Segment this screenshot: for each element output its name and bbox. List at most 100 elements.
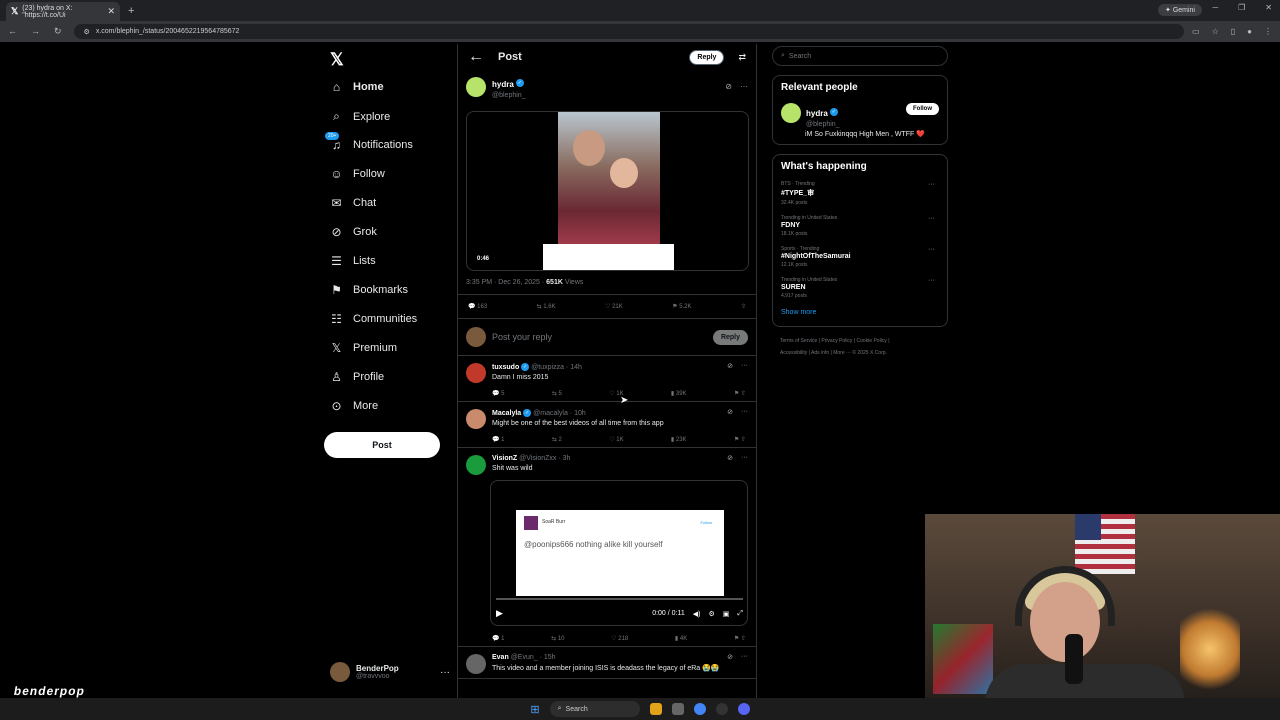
- more-options-icon[interactable]: ···: [741, 362, 748, 370]
- reply-author-name[interactable]: Evan: [492, 654, 509, 661]
- avatar[interactable]: [466, 363, 486, 383]
- sidebar-item-notifications[interactable]: ♫ 20+ Notifications: [325, 132, 413, 152]
- repost-action[interactable]: ⇆ 10: [551, 635, 564, 642]
- file-explorer-icon[interactable]: [649, 703, 662, 715]
- footer-link[interactable]: Ads info: [811, 350, 829, 356]
- app-icon[interactable]: [715, 703, 728, 715]
- taskbar-search[interactable]: ⌕ Search: [549, 701, 640, 717]
- author-name[interactable]: hydra: [492, 80, 514, 89]
- sidebar-item-explore[interactable]: ⌕ Explore: [330, 109, 390, 124]
- more-options-icon[interactable]: ···: [928, 246, 935, 253]
- share-icon[interactable]: ⇧: [741, 303, 746, 310]
- footer-link[interactable]: More ···: [833, 350, 851, 356]
- like-action[interactable]: ♡ 1K: [609, 436, 623, 443]
- show-more-link[interactable]: Show more: [781, 309, 939, 316]
- views-action[interactable]: ▮ 23K: [671, 436, 687, 443]
- reply-author-name[interactable]: tuxsudo: [492, 364, 519, 371]
- views-action[interactable]: ▮ 4K: [675, 635, 687, 642]
- grok-icon[interactable]: ⊘: [727, 362, 733, 370]
- tweet-timestamp[interactable]: 3:35 PM · Dec 26, 2025 ·: [466, 279, 546, 286]
- more-options-icon[interactable]: ···: [928, 215, 935, 222]
- sidebar-item-more[interactable]: ⊙ More: [330, 399, 378, 413]
- reply-action[interactable]: 💬 163: [468, 303, 487, 310]
- sidebar-item-communities[interactable]: ☷ Communities: [330, 312, 417, 326]
- menu-icon[interactable]: ⋮: [1264, 27, 1272, 36]
- volume-icon[interactable]: ◀): [693, 610, 701, 618]
- grok-icon[interactable]: ⊘: [727, 408, 733, 416]
- repost-action[interactable]: ⇆ 5: [552, 390, 562, 397]
- close-window-icon[interactable]: ✕: [1265, 3, 1272, 12]
- more-options-icon[interactable]: ···: [928, 181, 935, 188]
- more-options-icon[interactable]: ···: [741, 454, 748, 462]
- site-info-icon[interactable]: ⚙: [84, 28, 90, 36]
- reply-author-handle[interactable]: @macalyla · 10h: [533, 410, 586, 417]
- reply-author-handle[interactable]: @Evun_ · 15h: [511, 654, 556, 661]
- reply-item[interactable]: Evan @Evun_ · 15h This video and a membe…: [458, 647, 756, 679]
- pip-icon[interactable]: ▣: [723, 610, 730, 618]
- new-tab-button[interactable]: +: [128, 5, 134, 17]
- avatar[interactable]: [781, 103, 801, 123]
- repost-action[interactable]: ⇆ 1.6K: [537, 303, 556, 310]
- reply-item[interactable]: Macalyla ✓ @macalyla · 10h Might be one o…: [458, 402, 756, 448]
- sidebar-item-follow[interactable]: ☺ Follow: [330, 167, 384, 181]
- more-options-icon[interactable]: ···: [741, 653, 748, 661]
- views-action[interactable]: ▮ 39K: [671, 390, 687, 397]
- grok-icon[interactable]: ⊘: [725, 82, 732, 91]
- bookmark-share[interactable]: ⚑ ⇧: [734, 635, 746, 642]
- play-icon[interactable]: ▶: [496, 608, 503, 619]
- avatar[interactable]: [466, 455, 486, 475]
- sidepanel-icon[interactable]: ▯: [1231, 27, 1235, 36]
- sidebar-item-grok[interactable]: ⊘ Grok: [330, 225, 376, 239]
- footer-link[interactable]: Accessibility: [780, 350, 807, 356]
- avatar[interactable]: [466, 409, 486, 429]
- grok-icon[interactable]: ⊘: [727, 454, 733, 462]
- more-options-icon[interactable]: ···: [741, 408, 748, 416]
- header-reply-button[interactable]: Reply: [689, 49, 725, 65]
- reply-input[interactable]: Post your reply: [492, 332, 552, 342]
- sidebar-item-chat[interactable]: ✉ Chat: [330, 196, 376, 210]
- settings-icon[interactable]: ⚙: [708, 610, 714, 618]
- like-action[interactable]: ♡ 21K: [605, 303, 623, 310]
- sidebar-item-lists[interactable]: ☰ Lists: [330, 254, 376, 268]
- chrome-icon[interactable]: [693, 703, 706, 715]
- reply-author-name[interactable]: Macalyla: [492, 410, 521, 417]
- browser-tab[interactable]: 𝕏 (23) hydra on X: "https://t.co/Ui ✕: [6, 2, 120, 21]
- filter-icon[interactable]: ⇄: [738, 52, 746, 63]
- x-home-logo-icon[interactable]: 𝕏: [330, 50, 344, 70]
- trend-item[interactable]: Sports · Trending #NightOfTheSamurai 12.…: [781, 246, 939, 268]
- footer-link[interactable]: Terms of Service: [780, 338, 817, 344]
- author-handle[interactable]: @blephin_: [492, 92, 526, 99]
- back-icon[interactable]: ←: [8, 26, 17, 37]
- embedded-video[interactable]: SoaR Burr Follow @poonips666 nothing ali…: [490, 480, 748, 626]
- post-button[interactable]: Post: [324, 432, 440, 458]
- search-input[interactable]: ⌕ Search: [772, 46, 948, 66]
- reply-action[interactable]: 💬 5: [492, 390, 504, 397]
- cast-icon[interactable]: ▭: [1192, 27, 1200, 36]
- more-options-icon[interactable]: ···: [440, 667, 450, 678]
- trend-item[interactable]: Trending in United States SUREN 4,917 po…: [781, 277, 939, 299]
- reply-submit-button[interactable]: Reply: [712, 329, 748, 345]
- sidebar-item-profile[interactable]: ♙ Profile: [330, 370, 384, 384]
- grok-icon[interactable]: ⊘: [727, 653, 733, 661]
- more-options-icon[interactable]: ···: [740, 82, 748, 91]
- reply-action[interactable]: 💬 1: [492, 436, 504, 443]
- avatar[interactable]: [466, 654, 486, 674]
- maximize-icon[interactable]: ❐: [1238, 3, 1245, 12]
- reply-author-handle[interactable]: @VisionZxx · 3h: [519, 455, 570, 462]
- sidebar-item-premium[interactable]: 𝕏 Premium: [330, 341, 397, 355]
- repost-action[interactable]: ⇆ 2: [552, 436, 562, 443]
- person-handle[interactable]: @blephin_: [806, 121, 840, 128]
- bookmark-share[interactable]: ⚑ ⇧: [734, 436, 746, 443]
- reply-action[interactable]: 💬 1: [492, 635, 504, 642]
- person-name[interactable]: hydra: [806, 109, 828, 118]
- gemini-button[interactable]: ✦ Gemini: [1158, 4, 1202, 16]
- minimize-icon[interactable]: ─: [1212, 3, 1218, 12]
- sidebar-item-home[interactable]: ⌂ Home: [330, 80, 384, 94]
- profile-icon[interactable]: ●: [1247, 27, 1252, 36]
- reply-author-name[interactable]: VisionZ: [492, 455, 517, 462]
- reload-icon[interactable]: ↻: [54, 26, 62, 37]
- url-field[interactable]: ⚙ x.com/blephin_/status/2004652219564785…: [73, 24, 1184, 39]
- reply-author-handle[interactable]: @tuxpizza · 14h: [531, 364, 582, 371]
- star-icon[interactable]: ☆: [1212, 27, 1219, 36]
- more-options-icon[interactable]: ···: [928, 277, 935, 284]
